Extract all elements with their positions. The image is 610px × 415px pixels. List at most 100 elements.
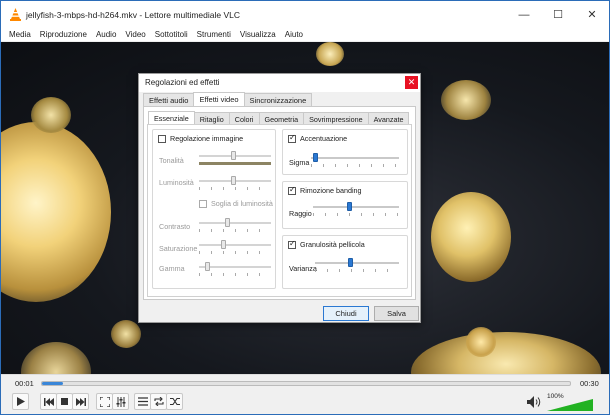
contrast-slider-thumb[interactable] [225,218,230,227]
brightness-ticks [199,187,271,190]
menu-bar: Media Riproduzione Audio Video Sottotito… [1,28,609,42]
speaker-icon[interactable] [527,396,541,408]
menu-visualizza[interactable]: Visualizza [240,30,276,39]
banding-label: Rimozione banding [300,186,362,195]
menu-video[interactable]: Video [125,30,145,39]
saturation-slider-thumb[interactable] [221,240,226,249]
menu-strumenti[interactable]: Strumenti [197,30,231,39]
main-tabs: Effetti audio Effetti video Sincronizzaz… [143,92,313,106]
close-window-button[interactable]: ✕ [575,1,609,28]
jellyfish-image [411,332,601,374]
subtab-essential[interactable]: Essenziale [148,111,195,125]
seek-progress [42,382,64,385]
variance-slider-thumb[interactable] [348,258,354,267]
playlist-icon [137,397,148,406]
variance-label: Varianza [289,264,317,273]
saturation-label: Saturazione [159,244,198,253]
shuffle-button[interactable] [166,393,183,410]
previous-button[interactable] [40,393,57,410]
fullscreen-icon [99,396,110,407]
title-bar[interactable]: jellyfish-3-mbps-hd-h264.mkv - Lettore m… [1,1,609,28]
stop-button[interactable] [56,393,73,410]
video-effects-panel: Essenziale Ritaglio Colori Geometria Sov… [143,106,416,300]
loop-icon [153,397,164,406]
saturation-slider[interactable] [199,240,271,249]
player-controls: 00:01 00:30 100% [1,374,609,414]
tab-audio-effects[interactable]: Effetti audio [143,93,195,106]
menu-audio[interactable]: Audio [96,30,116,39]
hue-label: Tonalità [159,156,184,165]
radius-slider-thumb[interactable] [347,202,353,211]
sigma-ticks [311,164,399,167]
saturation-ticks [199,251,271,254]
fullscreen-button[interactable] [96,393,113,410]
jellyfish-image [431,192,511,282]
tab-video-effects[interactable]: Effetti video [193,92,245,106]
contrast-label: Contrasto [159,222,191,231]
seek-bar[interactable] [41,381,571,386]
dialog-title-bar[interactable]: Regolazioni ed effetti ✕ [139,74,420,92]
image-adjust-label: Regolazione immagine [170,134,244,143]
image-adjust-checkbox[interactable] [158,135,166,143]
contrast-slider[interactable] [199,218,271,227]
next-button[interactable] [72,393,89,410]
image-adjust-group: Regolazione immagine Tonalità Luminosità… [152,129,276,289]
banding-checkbox[interactable] [288,185,296,195]
menu-sottotitoli[interactable]: Sottotitoli [155,30,188,39]
total-time: 00:30 [580,379,599,388]
play-button[interactable] [12,393,29,410]
close-button[interactable]: Chiudi [323,306,369,321]
maximize-button[interactable]: ☐ [541,1,575,28]
brightness-slider[interactable] [199,176,271,185]
hue-slider-thumb[interactable] [231,151,236,160]
subtab-geometry[interactable]: Geometria [258,112,305,124]
gamma-slider[interactable] [199,262,271,271]
menu-aiuto[interactable]: Aiuto [285,30,303,39]
tab-synchronization[interactable]: Sincronizzazione [243,93,313,106]
extended-settings-button[interactable] [112,393,129,410]
menu-media[interactable]: Media [9,30,31,39]
subtab-crop[interactable]: Ritaglio [193,112,230,124]
hue-color-bar [199,162,271,165]
elapsed-time: 00:01 [15,379,34,388]
volume-slider[interactable] [547,399,593,411]
previous-icon [43,397,54,406]
film-grain-checkbox[interactable] [288,239,296,249]
next-icon [75,397,86,406]
subtab-advanced[interactable]: Avanzate [367,112,410,124]
shuffle-icon [169,397,180,406]
film-grain-group: Granulosità pellicola Varianza [282,235,408,289]
jellyfish-image [466,327,496,357]
loop-button[interactable] [150,393,167,410]
sigma-slider[interactable] [311,153,399,162]
brightness-threshold-checkbox[interactable] [199,200,207,208]
radius-ticks [313,213,399,216]
subtab-colors[interactable]: Colori [228,112,260,124]
minimize-button[interactable]: — [507,1,541,28]
jellyfish-image [111,320,141,348]
brightness-slider-thumb[interactable] [231,176,236,185]
vlc-cone-icon [10,8,21,21]
vlc-window: jellyfish-3-mbps-hd-h264.mkv - Lettore m… [0,0,610,415]
radius-slider[interactable] [313,202,399,211]
contrast-ticks [199,229,271,232]
brightness-threshold-label: Soglia di luminosità [211,199,273,208]
jellyfish-image [21,342,91,374]
essential-panel: Regolazione immagine Tonalità Luminosità… [147,124,412,297]
dialog-close-button[interactable]: ✕ [405,76,418,89]
sharpen-checkbox[interactable] [288,133,296,143]
playlist-button[interactable] [134,393,151,410]
jellyfish-image [31,97,71,133]
sigma-slider-thumb[interactable] [312,153,318,162]
variance-slider[interactable] [315,258,399,267]
subtab-overlay[interactable]: Sovrimpressione [303,112,369,124]
save-button[interactable]: Salva [374,306,419,321]
effects-dialog: Regolazioni ed effetti ✕ Effetti audio E… [138,73,421,323]
menu-riproduzione[interactable]: Riproduzione [40,30,87,39]
sharpen-label: Accentuazione [300,134,348,143]
stop-icon [61,398,68,405]
jellyfish-image [1,122,111,302]
gamma-slider-thumb[interactable] [205,262,210,271]
sub-tabs: Essenziale Ritaglio Colori Geometria Sov… [148,111,410,125]
hue-slider[interactable] [199,151,271,160]
